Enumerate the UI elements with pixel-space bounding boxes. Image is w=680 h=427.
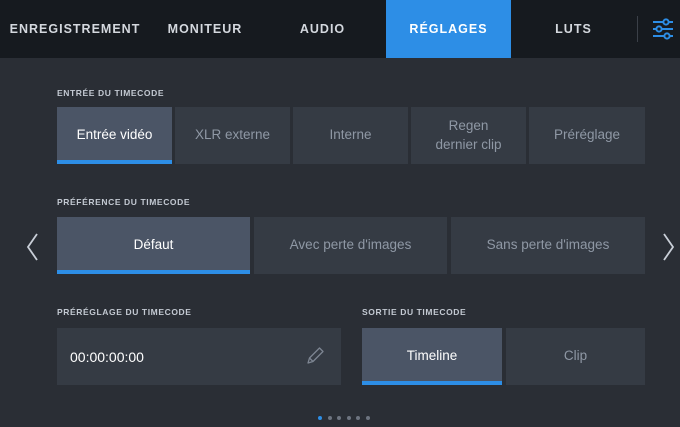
option-clip[interactable]: Clip bbox=[506, 328, 645, 385]
timecode-preference-label: PRÉFÉRENCE DU TIMECODE bbox=[57, 197, 191, 207]
tab-reglages[interactable]: RÉGLAGES bbox=[386, 0, 511, 58]
tab-luts[interactable]: LUTS bbox=[511, 0, 636, 58]
page-dot[interactable] bbox=[327, 416, 332, 420]
page-dot[interactable] bbox=[356, 416, 360, 420]
option-defaut[interactable]: Défaut bbox=[57, 217, 250, 274]
timecode-preset-label: PRÉRÉGLAGE DU TIMECODE bbox=[57, 307, 192, 317]
page-dot[interactable] bbox=[346, 416, 351, 420]
option-entree-video[interactable]: Entrée vidéo bbox=[57, 107, 172, 164]
option-timeline[interactable]: Timeline bbox=[362, 328, 502, 385]
pencil-icon[interactable] bbox=[303, 344, 327, 368]
option-avec-perte-images[interactable]: Avec perte d'images bbox=[254, 217, 447, 274]
tab-audio[interactable]: AUDIO bbox=[260, 0, 385, 58]
page-dot[interactable] bbox=[337, 416, 341, 420]
option-interne[interactable]: Interne bbox=[293, 107, 408, 164]
tab-enregistrement[interactable]: ENREGISTREMENT bbox=[0, 0, 150, 58]
tab-moniteur[interactable]: MONITEUR bbox=[150, 0, 260, 58]
option-prereglage[interactable]: Préréglage bbox=[529, 107, 645, 164]
page-dot[interactable] bbox=[365, 416, 370, 420]
timecode-output-label: SORTIE DU TIMECODE bbox=[362, 307, 467, 317]
pagination-dots bbox=[318, 416, 370, 424]
option-sans-perte-images[interactable]: Sans perte d'images bbox=[451, 217, 645, 274]
chevron-left-icon[interactable] bbox=[25, 232, 41, 262]
tab-divider bbox=[637, 16, 638, 42]
timecode-preset-field[interactable]: 00:00:00:00 bbox=[57, 328, 341, 385]
chevron-right-icon[interactable] bbox=[660, 232, 676, 262]
page-dot[interactable] bbox=[318, 416, 322, 420]
option-xlr-externe[interactable]: XLR externe bbox=[175, 107, 290, 164]
settings-sliders-icon[interactable] bbox=[650, 16, 676, 42]
top-tab-bar: ENREGISTREMENT MONITEUR AUDIO RÉGLAGES L… bbox=[0, 0, 680, 58]
option-regen-dernier-clip[interactable]: Regen dernier clip bbox=[411, 107, 526, 164]
timecode-preset-value: 00:00:00:00 bbox=[70, 348, 144, 365]
timecode-input-label: ENTRÉE DU TIMECODE bbox=[57, 88, 165, 98]
